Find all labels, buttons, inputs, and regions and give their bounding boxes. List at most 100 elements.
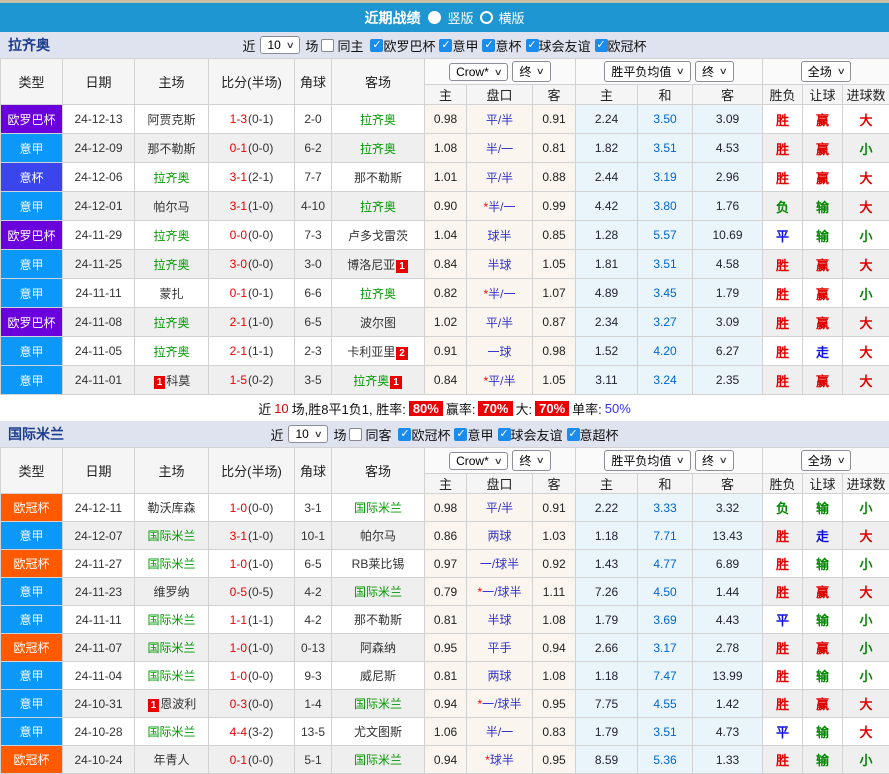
home-odds-cell: 1.06 bbox=[425, 718, 467, 746]
recent-count-select[interactable]: 10 ∨ bbox=[260, 36, 300, 54]
summary-segment-plain: 近 bbox=[258, 399, 271, 418]
halftime-score: (0-0) bbox=[248, 228, 273, 242]
chevron-down-icon: ∨ bbox=[536, 455, 545, 466]
handicap-text: 球半 bbox=[487, 229, 511, 243]
away-team-cell: 博洛尼亚1 bbox=[332, 250, 425, 279]
avg-away-cell: 1.44 bbox=[693, 578, 763, 606]
header-dropdown-row: 类型 日期 主场 比分(半场) 角球 客场 Crow*∨终∨ 胜平负均值∨终∨ … bbox=[1, 448, 889, 474]
competition-checkbox[interactable]: ✓ bbox=[498, 428, 511, 441]
score-cell: 0-1(0-1) bbox=[209, 279, 295, 308]
competition-checkbox[interactable]: ✓ bbox=[526, 39, 539, 52]
avg-time-select[interactable]: 终∨ bbox=[695, 61, 734, 82]
team-name: 拉齐奥 bbox=[8, 35, 50, 55]
score-cell: 1-0(1-0) bbox=[209, 550, 295, 578]
col-date-header: 日期 bbox=[63, 448, 135, 494]
period-select[interactable]: 全场∨ bbox=[801, 450, 852, 471]
corners-cell: 4-2 bbox=[295, 606, 332, 634]
avg-draw-cell: 7.47 bbox=[638, 662, 693, 690]
result-handicap-cell: 赢 bbox=[803, 163, 843, 192]
layout-radio-vertical[interactable] bbox=[428, 11, 441, 24]
result-handicap-cell: 赢 bbox=[803, 634, 843, 662]
summary-segment-plain: 单率: bbox=[572, 399, 602, 418]
odds-time-select[interactable]: 终∨ bbox=[512, 61, 551, 82]
match-row: 欧冠杯24-12-11勒沃库森1-0(0-0)3-1国际米兰0.98平/半0.9… bbox=[1, 494, 889, 522]
chevron-down-icon: ∨ bbox=[719, 455, 728, 466]
match-row: 意甲24-11-25拉齐奥3-0(0-0)3-0博洛尼亚10.84半球1.051… bbox=[1, 250, 889, 279]
avg-away-cell: 1.33 bbox=[693, 746, 763, 774]
period-value: 全场 bbox=[808, 452, 832, 469]
halftime-score: (0-0) bbox=[248, 669, 273, 683]
handicap-cell: 两球 bbox=[467, 522, 533, 550]
away-team-cell: RB莱比锡 bbox=[332, 550, 425, 578]
same-venue-checkbox[interactable] bbox=[349, 428, 362, 441]
home-team-cell: 勒沃库森 bbox=[135, 494, 209, 522]
odds-time-value: 终 bbox=[519, 63, 531, 80]
odds-source-value: Crow* bbox=[456, 454, 489, 468]
avg-type-select[interactable]: 胜平负均值∨ bbox=[604, 450, 691, 471]
competition-checkbox[interactable]: ✓ bbox=[398, 428, 411, 441]
fulltime-score: 1-1 bbox=[230, 613, 247, 627]
handicap-text: 一球 bbox=[487, 345, 511, 359]
result-wdl-cell: 胜 bbox=[763, 250, 803, 279]
away-team-name: 威尼斯 bbox=[360, 669, 396, 683]
odds-source-select[interactable]: Crow*∨ bbox=[449, 452, 508, 470]
fulltime-score: 3-1 bbox=[230, 199, 247, 213]
competition-checkbox[interactable]: ✓ bbox=[439, 39, 452, 52]
away-odds-cell: 1.05 bbox=[533, 366, 576, 395]
halftime-score: (1-1) bbox=[248, 613, 273, 627]
halftime-score: (3-2) bbox=[248, 725, 273, 739]
chevron-down-icon: ∨ bbox=[286, 40, 295, 51]
halftime-score: (1-0) bbox=[248, 641, 273, 655]
competition-checkbox[interactable]: ✓ bbox=[595, 39, 608, 52]
corners-cell: 7-7 bbox=[295, 163, 332, 192]
competition-checkbox[interactable]: ✓ bbox=[567, 428, 580, 441]
avg-home-cell: 7.26 bbox=[576, 578, 638, 606]
corners-cell: 7-3 bbox=[295, 221, 332, 250]
avg-home-cell: 1.81 bbox=[576, 250, 638, 279]
home-team-name: 拉齐奥 bbox=[153, 345, 189, 359]
header-dropdown-row: 类型 日期 主场 比分(半场) 角球 客场 Crow*∨终∨ 胜平负均值∨终∨ … bbox=[1, 59, 889, 85]
corners-cell: 1-4 bbox=[295, 690, 332, 718]
result-goals-cell: 大 bbox=[843, 337, 889, 366]
col-away-header: 客场 bbox=[332, 59, 425, 105]
corners-cell: 6-2 bbox=[295, 134, 332, 163]
odds-source-select[interactable]: Crow*∨ bbox=[449, 63, 508, 81]
halftime-score: (1-0) bbox=[248, 557, 273, 571]
match-row: 意甲24-11-23维罗纳0-5(0-5)4-2国际米兰0.79*一/球半1.1… bbox=[1, 578, 889, 606]
odds-time-select[interactable]: 终∨ bbox=[512, 450, 551, 471]
avg-away-header: 客 bbox=[693, 474, 763, 494]
result-goals-cell: 小 bbox=[843, 221, 889, 250]
result-wdl-cell: 平 bbox=[763, 221, 803, 250]
score-cell: 1-5(0-2) bbox=[209, 366, 295, 395]
match-date-cell: 24-12-01 bbox=[63, 192, 135, 221]
competition-checkbox[interactable]: ✓ bbox=[482, 39, 495, 52]
avg-away-cell: 1.76 bbox=[693, 192, 763, 221]
away-team-name: 拉齐奥 bbox=[360, 113, 396, 127]
score-cell: 1-0(0-0) bbox=[209, 662, 295, 690]
home-odds-cell: 0.84 bbox=[425, 366, 467, 395]
result-goals-cell: 大 bbox=[843, 192, 889, 221]
competition-checkbox[interactable]: ✓ bbox=[370, 39, 383, 52]
away-team-name: 拉齐奥 bbox=[360, 200, 396, 214]
avg-draw-cell: 3.24 bbox=[638, 366, 693, 395]
result-wdl-cell: 胜 bbox=[763, 134, 803, 163]
recent-count-select[interactable]: 10∨ bbox=[288, 425, 328, 443]
team-section-bar-lazio: 拉齐奥 近 10∨ 场 同主 ✓欧罗巴杯✓意甲✓意杯✓球会友谊✓欧冠杯 bbox=[0, 32, 889, 58]
same-venue-checkbox[interactable] bbox=[321, 39, 334, 52]
competition-checkbox[interactable]: ✓ bbox=[454, 428, 467, 441]
avg-away-cell: 13.43 bbox=[693, 522, 763, 550]
handicap-cell: 一球 bbox=[467, 337, 533, 366]
matches-label: 场 bbox=[333, 425, 346, 444]
away-odds-cell: 0.94 bbox=[533, 634, 576, 662]
handicap-cell: 两球 bbox=[467, 662, 533, 690]
fulltime-score: 3-0 bbox=[230, 257, 247, 271]
layout-radio-horizontal[interactable] bbox=[480, 11, 493, 24]
away-team-cell: 国际米兰 bbox=[332, 578, 425, 606]
period-select[interactable]: 全场∨ bbox=[801, 61, 852, 82]
match-date-cell: 24-11-27 bbox=[63, 550, 135, 578]
home-team-name: 维罗纳 bbox=[153, 585, 189, 599]
avg-time-select[interactable]: 终∨ bbox=[695, 450, 734, 471]
avg-type-select[interactable]: 胜平负均值∨ bbox=[604, 61, 691, 82]
avg-type-value: 胜平负均值 bbox=[611, 63, 671, 80]
recent-count-value: 10 bbox=[267, 38, 280, 52]
